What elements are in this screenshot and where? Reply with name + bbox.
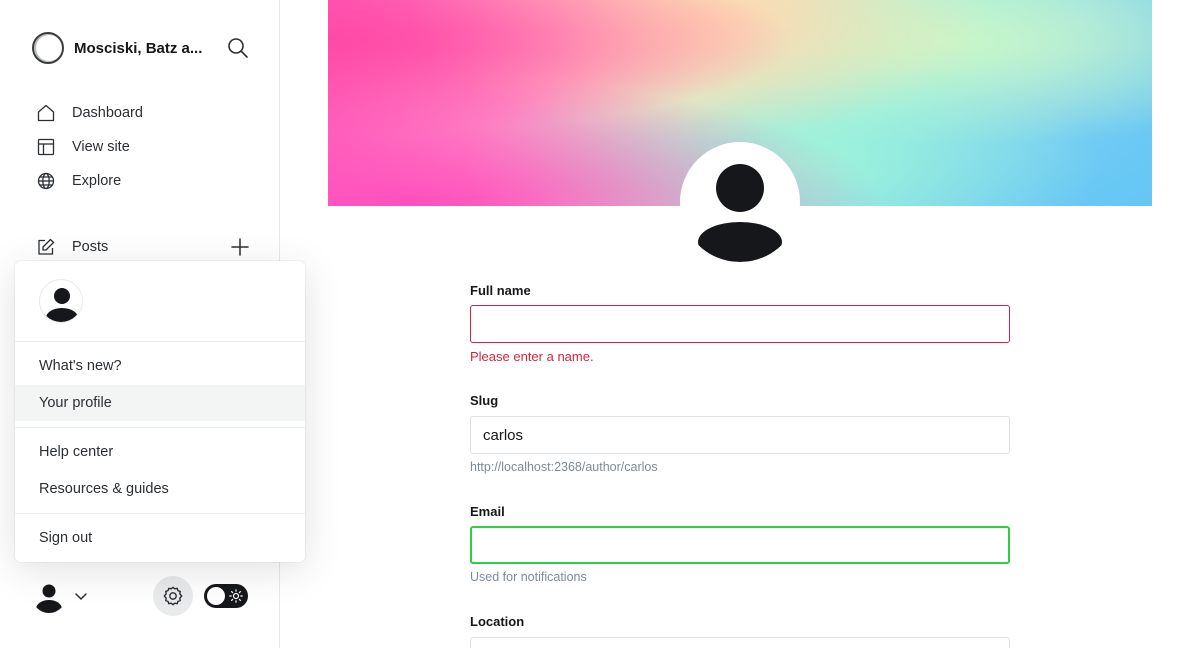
avatar xyxy=(39,279,83,323)
menu-item-sign-out[interactable]: Sign out xyxy=(15,520,305,556)
main-nav: Dashboard View site Explore xyxy=(36,96,256,198)
slug-input[interactable] xyxy=(470,416,1010,454)
menu-item-resources[interactable]: Resources & guides xyxy=(15,471,305,507)
menu-divider xyxy=(15,427,305,428)
globe-icon xyxy=(37,172,55,190)
email-hint: Used for notifications xyxy=(470,570,587,584)
menu-item-your-profile[interactable]: Your profile xyxy=(15,385,305,421)
toggle-knob xyxy=(207,587,225,605)
site-title: Mosciski, Batz a... xyxy=(74,39,203,57)
nav-item-explore[interactable]: Explore xyxy=(36,164,256,198)
menu-item-help-center[interactable]: Help center xyxy=(15,434,305,470)
site-header[interactable]: Mosciski, Batz a... xyxy=(32,32,252,64)
email-input[interactable] xyxy=(470,526,1010,564)
layout-icon xyxy=(37,138,55,156)
avatar xyxy=(32,579,66,613)
user-dropdown-menu: What's new? Your profile Help center Res… xyxy=(15,261,305,562)
menu-item-whats-new[interactable]: What's new? xyxy=(15,348,305,384)
location-input[interactable] xyxy=(470,637,1010,648)
user-menu-button[interactable] xyxy=(32,579,90,613)
full-name-label: Full name xyxy=(470,283,531,298)
posts-label: Posts xyxy=(72,239,109,255)
user-icon xyxy=(46,288,78,322)
sun-icon xyxy=(229,589,243,603)
full-name-input[interactable] xyxy=(470,305,1010,343)
site-logo xyxy=(32,32,64,64)
theme-toggle[interactable] xyxy=(204,584,248,608)
nav-item-dashboard[interactable]: Dashboard xyxy=(36,96,256,130)
slug-label: Slug xyxy=(470,393,499,408)
settings-button[interactable] xyxy=(153,576,193,616)
posts-row[interactable]: Posts xyxy=(36,230,256,264)
full-name-error: Please enter a name. xyxy=(470,349,594,364)
search-icon[interactable] xyxy=(226,36,250,60)
plus-icon[interactable] xyxy=(230,237,250,257)
email-label: Email xyxy=(470,504,505,519)
slug-hint: http://localhost:2368/author/carlos xyxy=(470,460,658,474)
home-icon xyxy=(37,104,55,122)
nav-label: Dashboard xyxy=(72,105,143,121)
chevron-down-icon xyxy=(75,593,87,600)
menu-divider xyxy=(15,513,305,514)
profile-picture[interactable] xyxy=(680,142,800,262)
nav-item-view-site[interactable]: View site xyxy=(36,130,256,164)
menu-divider xyxy=(15,341,305,342)
edit-icon xyxy=(38,238,55,255)
gear-icon xyxy=(163,586,183,606)
location-label: Location xyxy=(470,614,525,629)
user-icon xyxy=(32,579,66,613)
user-icon xyxy=(698,164,782,262)
nav-item-posts[interactable]: Posts xyxy=(36,230,256,264)
nav-label: Explore xyxy=(72,173,122,189)
nav-label: View site xyxy=(72,139,130,155)
